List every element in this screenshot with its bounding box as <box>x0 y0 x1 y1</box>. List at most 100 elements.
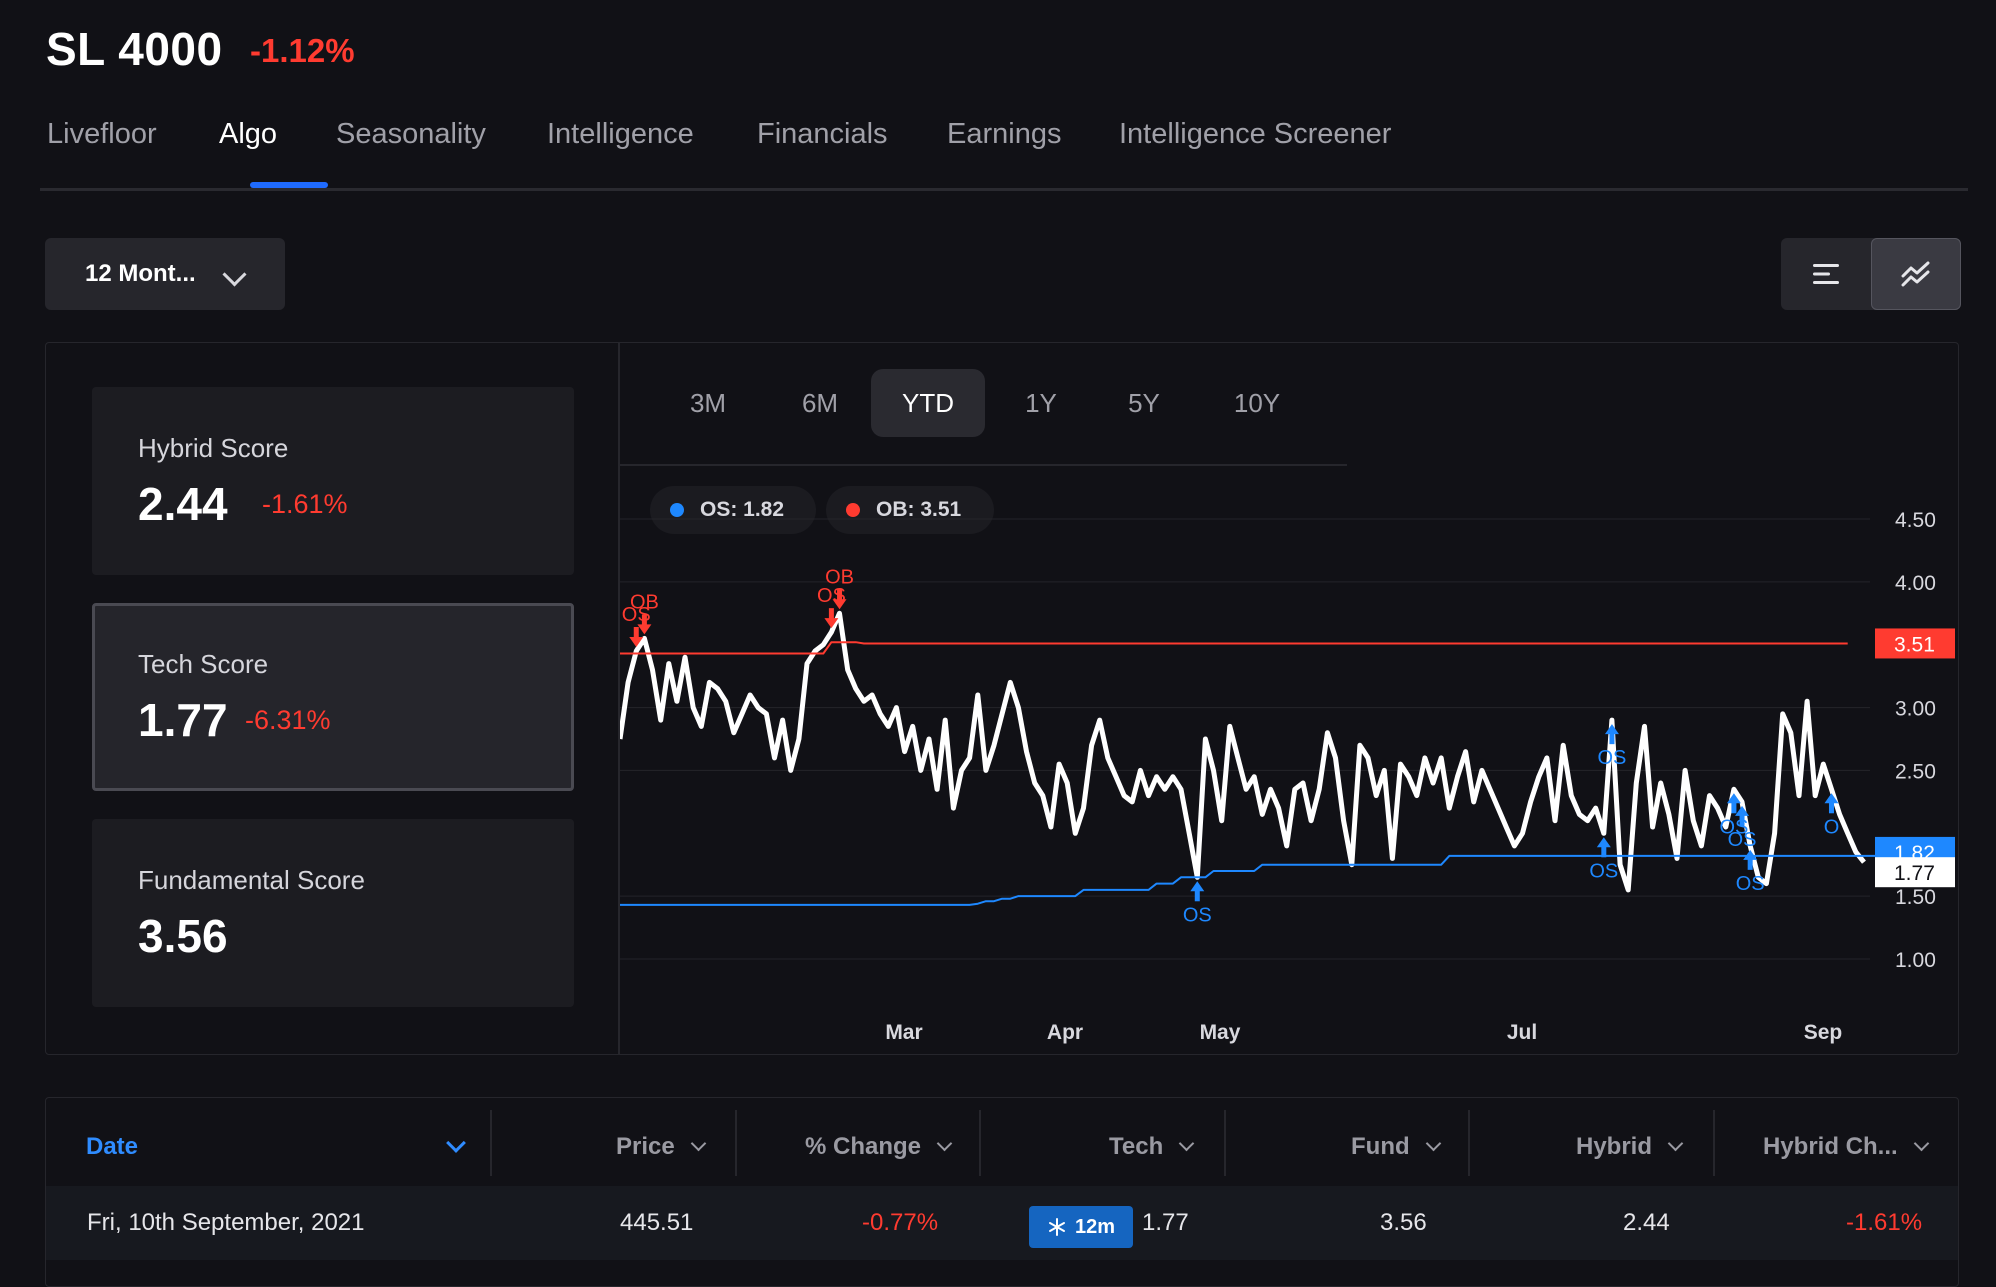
active-tab-indicator <box>250 182 328 188</box>
signal-arrow-stem <box>1739 814 1745 826</box>
signal-label: OS <box>1736 873 1765 895</box>
column-header-tech[interactable]: Tech <box>1109 1128 1195 1166</box>
value-tag-label: 1.77 <box>1894 862 1935 885</box>
list-view-button[interactable] <box>1781 238 1871 310</box>
column-header-hybrid[interactable]: Hybrid <box>1576 1128 1684 1166</box>
sort-chevron-icon[interactable] <box>446 1133 466 1153</box>
column-divider <box>490 1110 492 1176</box>
tab-financials[interactable]: Financials <box>757 118 888 151</box>
y-tick-label: 1.50 <box>1895 886 1936 909</box>
column-divider <box>1713 1110 1715 1176</box>
tab-livefloor[interactable]: Livefloor <box>47 118 157 151</box>
x-tick-label: May <box>1200 1021 1241 1044</box>
signal-arrow-up <box>1596 837 1611 848</box>
signal-arrow-stem <box>1828 802 1834 814</box>
y-tick-label: 3.00 <box>1895 698 1936 721</box>
tech-score-chart[interactable]: 4.50 4.00 3.00 2.50 1.50 1.00 Mar Apr May Jul Sep O… <box>620 466 1958 1054</box>
cell-tech: 1.77 <box>1142 1209 1189 1236</box>
column-divider <box>1224 1110 1226 1176</box>
tab-earnings[interactable]: Earnings <box>947 118 1061 151</box>
signal-arrow-stem <box>1194 890 1200 902</box>
cell-hybrid: 2.44 <box>1623 1209 1670 1236</box>
y-tick-label: 4.00 <box>1895 572 1936 595</box>
signal-label: O <box>1824 816 1840 838</box>
signal-arrow-up <box>1604 724 1619 735</box>
column-divider <box>979 1110 981 1176</box>
x-tick-label: Mar <box>885 1021 922 1044</box>
y-tick-label: 4.50 <box>1895 509 1936 532</box>
column-header-fund[interactable]: Fund <box>1351 1128 1441 1166</box>
main-tabs: Livefloor Algo Seasonality Intelligence … <box>40 118 1968 191</box>
tab-intelligence[interactable]: Intelligence <box>547 118 694 151</box>
signal-arrow-stem <box>1747 858 1753 870</box>
score-change: -1.61% <box>262 489 348 519</box>
signal-arrow-stem <box>633 627 639 638</box>
tab-intelligence-screener[interactable]: Intelligence Screener <box>1119 118 1391 151</box>
score-value: 3.56 <box>138 910 228 962</box>
score-label: Fundamental Score <box>138 865 365 895</box>
period-badge: 12m <box>1029 1206 1133 1248</box>
signal-label: OS <box>1589 860 1618 882</box>
hybrid-score-card[interactable]: Hybrid Score 2.44 -1.61% <box>92 387 574 575</box>
score-label: Tech Score <box>138 649 269 679</box>
column-header-hybrid-change[interactable]: Hybrid Ch... <box>1763 1128 1929 1166</box>
table-row[interactable]: Fri, 10th September, 2021 445.51 -0.77% … <box>46 1186 1958 1260</box>
column-header-price[interactable]: Price <box>616 1128 706 1166</box>
score-value: 1.77 <box>138 694 228 746</box>
snowflake-icon <box>1048 1218 1065 1236</box>
ticker-change: -1.12% <box>250 32 355 69</box>
scores-table: Date Price % Change Tech Fund Hybrid Hyb… <box>45 1097 1959 1287</box>
tech-score-card[interactable]: Tech Score 1.77 -6.31% <box>92 603 574 791</box>
series-line-score <box>620 610 1866 893</box>
signal-label: OS <box>1183 904 1212 926</box>
chevron-down-icon <box>1667 1135 1684 1152</box>
signal-arrow-up <box>1735 805 1750 816</box>
x-tick-label: Apr <box>1047 1021 1083 1044</box>
signal-arrow-stem <box>828 608 834 620</box>
cell-hybrid-change: -1.61% <box>1846 1209 1923 1236</box>
chart-view-button[interactable] <box>1871 238 1961 310</box>
column-divider <box>735 1110 737 1176</box>
chevron-down-icon <box>1913 1135 1929 1152</box>
trend-chart-icon <box>1901 261 1930 287</box>
range-tab-ytd[interactable]: YTD <box>871 369 985 437</box>
view-toggle <box>1781 238 1961 310</box>
chevron-down-icon <box>222 262 247 287</box>
chevron-down-icon <box>1178 1135 1195 1152</box>
list-icon <box>1813 264 1839 284</box>
range-tab-1y[interactable]: 1Y <box>991 369 1091 437</box>
fundamental-score-card[interactable]: Fundamental Score 3.56 <box>92 819 574 1007</box>
chevron-down-icon <box>936 1135 953 1152</box>
chevron-down-icon <box>690 1135 706 1152</box>
signal-label: OS <box>817 585 846 607</box>
y-tick-label: 2.50 <box>1895 760 1936 783</box>
score-label: Hybrid Score <box>138 433 289 463</box>
signal-label: OS <box>1597 747 1626 769</box>
signal-arrow-stem <box>1601 846 1607 858</box>
signal-arrow-stem <box>1731 802 1737 814</box>
tab-seasonality[interactable]: Seasonality <box>336 118 486 151</box>
period-select[interactable]: 12 Mont... <box>45 238 285 310</box>
x-tick-label: Jul <box>1507 1021 1537 1044</box>
signal-arrow-up <box>1190 881 1205 892</box>
x-tick-label: Sep <box>1804 1021 1843 1044</box>
value-tag-label: 3.51 <box>1894 633 1935 656</box>
range-tab-5y[interactable]: 5Y <box>1094 369 1194 437</box>
signal-arrow-stem <box>1609 733 1615 745</box>
score-value: 2.44 <box>138 478 228 530</box>
chevron-down-icon <box>1425 1135 1441 1152</box>
signal-label: OS <box>1728 829 1757 851</box>
range-tab-10y[interactable]: 10Y <box>1207 369 1307 437</box>
period-select-value: 12 Mont... <box>85 260 196 287</box>
y-tick-label: 1.00 <box>1895 949 1936 972</box>
column-header-change[interactable]: % Change <box>805 1128 953 1166</box>
range-tab-6m[interactable]: 6M <box>770 369 870 437</box>
range-tab-3m[interactable]: 3M <box>658 369 758 437</box>
score-change: -6.31% <box>245 705 331 735</box>
column-header-date[interactable]: Date <box>86 1128 138 1166</box>
cell-date: Fri, 10th September, 2021 <box>87 1209 365 1236</box>
column-divider <box>1468 1110 1470 1176</box>
range-tabs: 3M 6M YTD 1Y 5Y 10Y <box>620 342 1347 466</box>
tab-algo[interactable]: Algo <box>219 118 277 151</box>
cell-change: -0.77% <box>862 1209 939 1236</box>
